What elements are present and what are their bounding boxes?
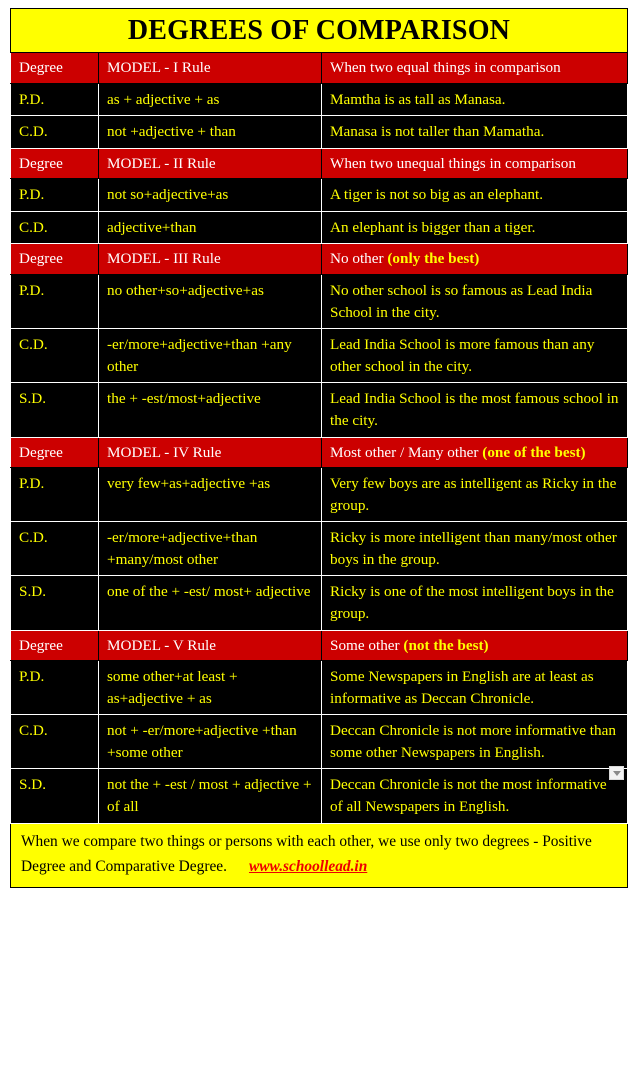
row-degree: P.D. <box>10 274 99 330</box>
row-degree: C.D. <box>10 328 99 384</box>
website-link[interactable]: www.schoollead.in <box>249 858 367 875</box>
section-condition-text: Most other / Many other <box>330 443 483 461</box>
row-degree: S.D. <box>10 382 99 438</box>
section-model-label: MODEL - II Rule <box>98 147 322 180</box>
section-condition-highlight: (one of the best) <box>482 443 586 461</box>
comparison-table: Degree MODEL - I Rule When two equal thing… <box>10 52 628 824</box>
section-condition-text: No other <box>330 250 388 268</box>
table-row: P.D. no other+so+adjective+as No other sch… <box>10 274 628 330</box>
row-example: Mamtha is as tall as Manasa. <box>321 82 628 117</box>
section-condition: Some other (not the best) <box>321 629 628 662</box>
section-degree-label: Degree <box>10 147 99 180</box>
section-condition-highlight: (not the best) <box>403 636 489 654</box>
table-row: P.D. as + adjective + as Mamtha is as tall… <box>10 82 628 117</box>
section-header-row: Degree MODEL - III Rule No other (only the… <box>10 243 628 276</box>
row-example: Lead India School is more famous than an… <box>321 328 628 384</box>
section-degree-label: Degree <box>10 629 99 662</box>
table-row: S.D. one of the + -est/ most+ adjective Ri… <box>10 575 628 631</box>
row-degree: S.D. <box>10 768 99 824</box>
section-model-label: MODEL - V Rule <box>98 629 322 662</box>
table-row: P.D. not so+adjective+as A tiger is not so… <box>10 178 628 212</box>
row-degree: C.D. <box>10 115 99 149</box>
row-rule: not + -er/more+adjective +than +some oth… <box>98 714 322 770</box>
row-rule: -er/more+adjective+than +any other <box>98 328 322 384</box>
row-rule: not so+adjective+as <box>98 178 322 212</box>
chevron-down-icon[interactable] <box>609 766 624 780</box>
section-condition-text: When two unequal things in comparison <box>330 154 576 172</box>
section-condition: Most other / Many other (one of the best… <box>321 436 628 469</box>
row-rule: the + -est/most+adjective <box>98 382 322 438</box>
table-row: C.D. adjective+than An elephant is bigger … <box>10 210 628 245</box>
row-rule: adjective+than <box>98 210 322 245</box>
row-example: Manasa is not taller than Mamatha. <box>321 115 628 149</box>
row-rule: one of the + -est/ most+ adjective <box>98 575 322 631</box>
section-model-label: MODEL - I Rule <box>98 52 322 84</box>
row-example: Lead India School is the most famous sch… <box>321 382 628 438</box>
row-degree: C.D. <box>10 714 99 770</box>
table-row: S.D. the + -est/most+adjective Lead India … <box>10 382 628 438</box>
section-condition-highlight: (only the best) <box>387 250 480 268</box>
table-row: P.D. some other+at least + as+adjective +… <box>10 660 628 716</box>
section-degree-label: Degree <box>10 243 99 276</box>
row-rule: -er/more+adjective+than +many/most other <box>98 521 322 577</box>
table-row: C.D. -er/more+adjective+than +many/most o… <box>10 521 628 577</box>
table-row: S.D. not the + -est / most + adjective + … <box>10 768 628 824</box>
row-example: An elephant is bigger than a tiger. <box>321 210 628 245</box>
row-example: Ricky is one of the most intelligent boy… <box>321 575 628 631</box>
row-rule: no other+so+adjective+as <box>98 274 322 330</box>
page-title: DEGREES OF COMPARISON <box>10 8 628 52</box>
row-rule: not +adjective + than <box>98 115 322 149</box>
row-rule: some other+at least + as+adjective + as <box>98 660 322 716</box>
row-example: Very few boys are as intelligent as Rick… <box>321 467 628 523</box>
section-header-row: Degree MODEL - V Rule Some other (not the … <box>10 629 628 662</box>
section-header-row: Degree MODEL - II Rule When two unequal th… <box>10 147 628 180</box>
row-example: Some Newspapers in English are at least … <box>321 660 628 716</box>
table-row: C.D. not + -er/more+adjective +than +some… <box>10 714 628 770</box>
degrees-of-comparison-chart: DEGREES OF COMPARISON Degree MODEL - I Ru… <box>0 0 637 1084</box>
section-degree-label: Degree <box>10 52 99 84</box>
footer-note-bar: When we compare two things or persons wi… <box>10 823 628 888</box>
row-example: Deccan Chronicle is not more informative… <box>321 714 628 770</box>
section-degree-label: Degree <box>10 436 99 469</box>
row-example: No other school is so famous as Lead Ind… <box>321 274 628 330</box>
row-degree: C.D. <box>10 521 99 577</box>
section-condition-text: When two equal things in comparison <box>330 59 561 76</box>
section-condition-text: Some other <box>330 636 404 654</box>
section-model-label: MODEL - IV Rule <box>98 436 322 469</box>
section-header-row: Degree MODEL - IV Rule Most other / Many o… <box>10 436 628 469</box>
section-condition: When two unequal things in comparison <box>321 147 628 180</box>
row-degree: P.D. <box>10 178 99 212</box>
row-example: A tiger is not so big as an elephant. <box>321 178 628 212</box>
row-rule: not the + -est / most + adjective + of a… <box>98 768 322 824</box>
section-header-row: Degree MODEL - I Rule When two equal thing… <box>10 52 628 84</box>
row-rule: very few+as+adjective +as <box>98 467 322 523</box>
row-degree: P.D. <box>10 467 99 523</box>
table-row: C.D. not +adjective + than Manasa is not t… <box>10 115 628 149</box>
section-model-label: MODEL - III Rule <box>98 243 322 276</box>
section-condition: When two equal things in comparison <box>321 52 628 84</box>
row-rule: as + adjective + as <box>98 82 322 117</box>
section-condition: No other (only the best) <box>321 243 628 276</box>
row-example: Ricky is more intelligent than many/most… <box>321 521 628 577</box>
row-degree: P.D. <box>10 82 99 117</box>
table-body: Degree MODEL - I Rule When two equal thing… <box>10 52 628 824</box>
table-row: P.D. very few+as+adjective +as Very few bo… <box>10 467 628 523</box>
row-degree: C.D. <box>10 210 99 245</box>
row-example: Deccan Chronicle is not the most informa… <box>321 768 628 824</box>
table-row: C.D. -er/more+adjective+than +any other Le… <box>10 328 628 384</box>
row-degree: P.D. <box>10 660 99 716</box>
row-degree: S.D. <box>10 575 99 631</box>
